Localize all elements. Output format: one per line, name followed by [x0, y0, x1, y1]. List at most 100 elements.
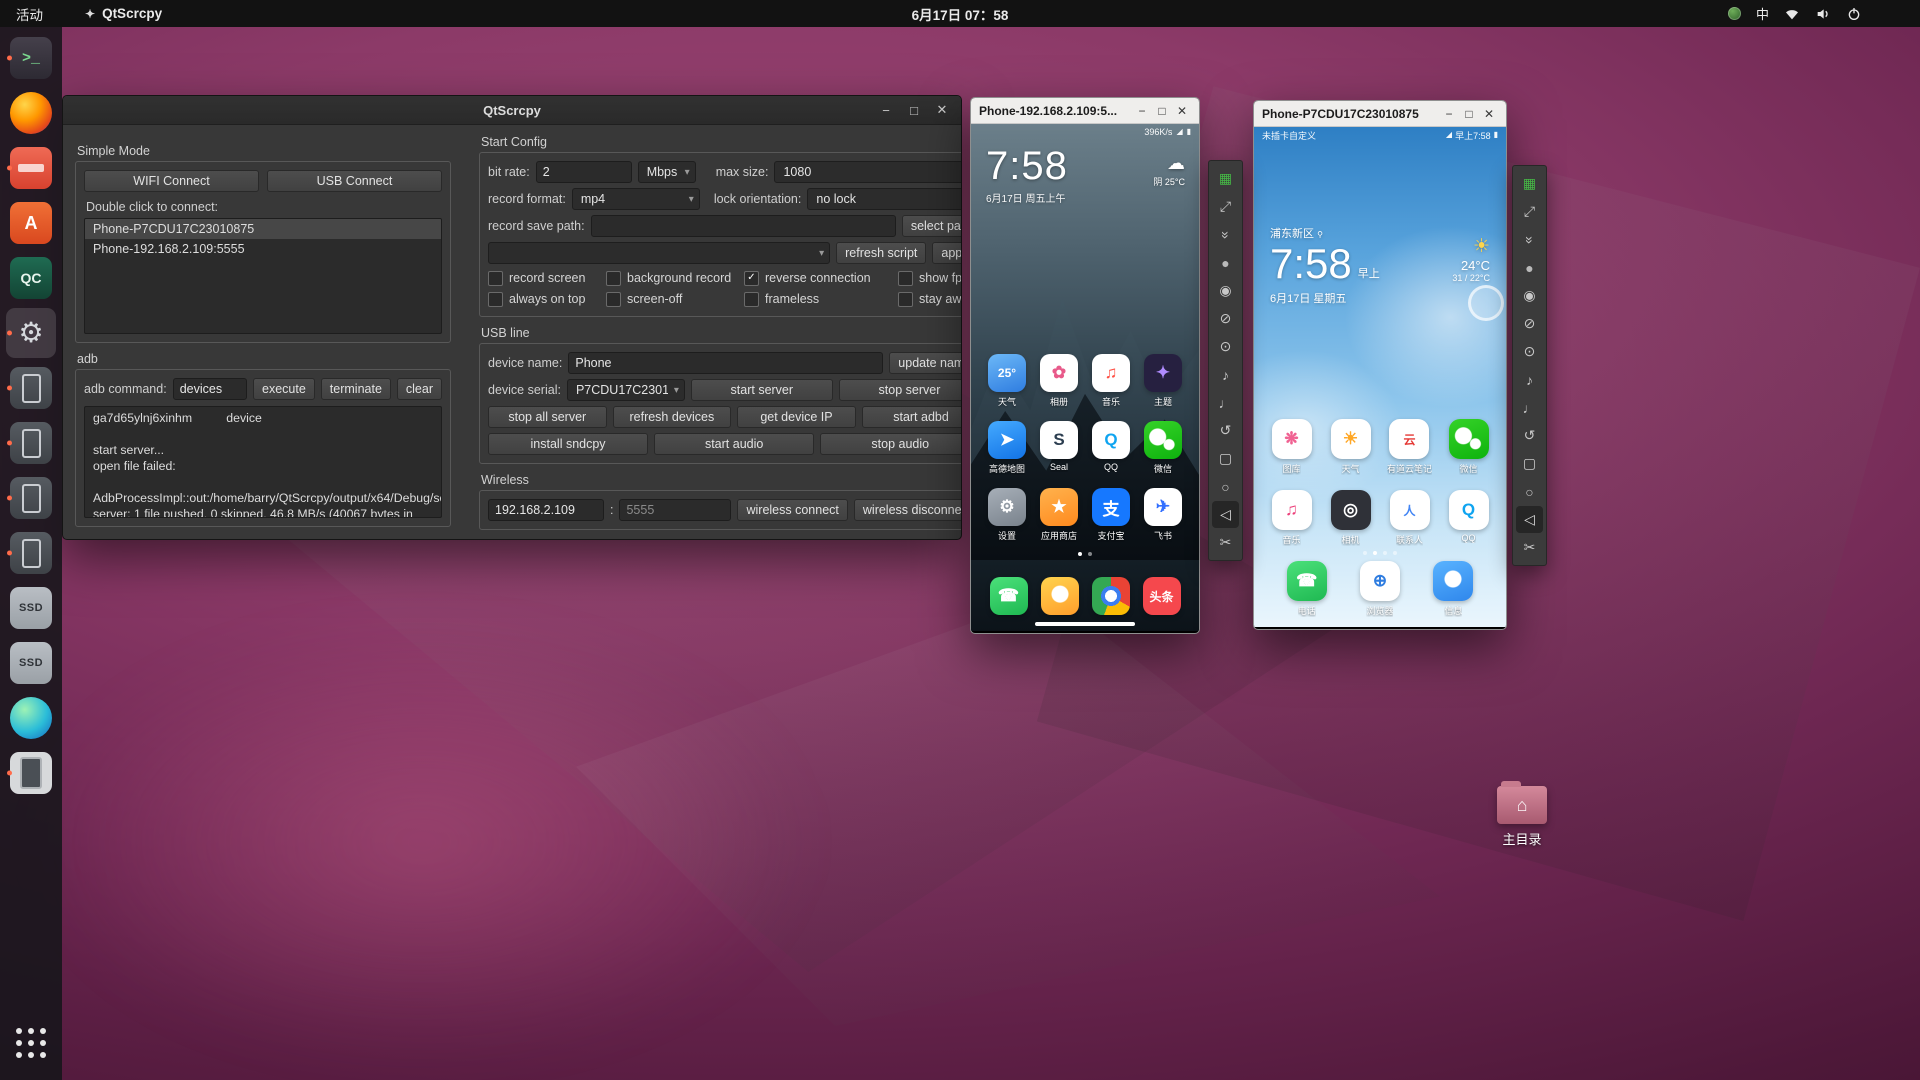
app-maps[interactable]: ➤ 高德地图 — [988, 421, 1026, 475]
start-server-button[interactable]: start server — [690, 379, 833, 401]
script-select[interactable]: ▾ — [488, 242, 831, 264]
close-button[interactable]: ✕ — [931, 99, 953, 121]
device-list-item[interactable]: Phone-192.168.2.109:5555 — [85, 239, 441, 259]
lock-orientation-select[interactable]: no lock ▾ — [807, 188, 961, 210]
dock-device-2[interactable] — [6, 418, 56, 468]
install-sndcpy-button[interactable]: install sndcpy — [488, 433, 649, 455]
app-youdao-note[interactable]: 云有道云笔记 — [1387, 419, 1432, 475]
app-weather[interactable]: 25° 天气 — [988, 354, 1026, 408]
record-save-path-input[interactable] — [590, 215, 896, 237]
app-feishu[interactable]: ✈ 飞书 — [1144, 488, 1182, 542]
input-method-indicator[interactable]: 中 — [1756, 4, 1769, 23]
dock-settings[interactable]: ⚙ — [6, 308, 56, 358]
app-wechat[interactable]: 微信 — [1144, 421, 1182, 475]
minimize-button[interactable]: − — [1133, 104, 1151, 118]
show-applications-button[interactable] — [6, 1024, 56, 1074]
system-indicators[interactable]: 中 — [1727, 4, 1920, 23]
device-name-input[interactable] — [568, 352, 884, 374]
wireless-connect-button[interactable]: wireless connect — [737, 499, 848, 521]
always-on-top-checkbox[interactable]: always on top — [488, 290, 600, 308]
stop-server-button[interactable]: stop server — [838, 379, 961, 401]
stop-all-server-button[interactable]: stop all server — [488, 406, 607, 428]
wireless-disconnect-button[interactable]: wireless disconnect — [853, 499, 961, 521]
clear-button[interactable]: clear — [396, 378, 442, 400]
app-alipay[interactable]: 支支付宝 — [1092, 488, 1130, 542]
fullscreen-icon[interactable]: ⤢ — [1212, 193, 1239, 220]
execute-button[interactable]: execute — [253, 378, 315, 400]
wifi-connect-button[interactable]: WIFI Connect — [84, 170, 259, 192]
dock-messages-app[interactable] — [1040, 577, 1079, 615]
dock-toutiao-app[interactable]: 头条 — [1142, 577, 1181, 615]
reverse-connection-checkbox[interactable]: ✓ reverse connection — [744, 269, 892, 287]
screen-show-icon[interactable]: ◉ — [1516, 282, 1543, 309]
apply-button[interactable]: apply — [932, 242, 961, 264]
phone1-titlebar[interactable]: Phone-192.168.2.109:5... − □ ✕ — [971, 98, 1199, 124]
screen-hide-icon[interactable]: ⊘ — [1516, 310, 1543, 337]
expand-menu-icon[interactable]: » — [1212, 221, 1239, 248]
show-fps-checkbox[interactable]: show fps — [898, 269, 961, 287]
device-list-item[interactable]: Phone-P7CDU17C23010875 — [85, 219, 441, 239]
fullscreen-icon[interactable]: ⤢ — [1516, 198, 1543, 225]
clock[interactable]: 6月17日 07：58 — [912, 4, 1009, 24]
dock-globe-app[interactable] — [6, 693, 56, 743]
activities-button[interactable]: 活动 — [0, 0, 59, 27]
wireless-ip-input[interactable] — [488, 499, 604, 521]
dock-device-3[interactable] — [6, 473, 56, 523]
stay-awake-checkbox[interactable]: stay awake — [898, 290, 961, 308]
phone2-screen[interactable]: 未插卡自定义 ◢ 早上7:58 ▮ 浦东新区 ⚲ 7:58 早上 6月17日 星… — [1254, 127, 1506, 627]
power-icon[interactable]: ⊙ — [1516, 338, 1543, 365]
bit-rate-unit-select[interactable]: Mbps ▾ — [637, 161, 696, 183]
adb-command-input[interactable] — [172, 378, 248, 400]
minimize-button[interactable]: − — [1440, 107, 1458, 121]
dock-software-store[interactable]: A — [6, 198, 56, 248]
max-size-select[interactable]: 1080 ▾ — [774, 161, 961, 183]
maximize-button[interactable]: □ — [903, 99, 925, 121]
record-format-select[interactable]: mp4 ▾ — [571, 188, 700, 210]
stop-audio-button[interactable]: stop audio — [820, 433, 961, 455]
app-seal[interactable]: S Seal — [1040, 421, 1078, 475]
app-gallery[interactable]: ❋ 图库 — [1271, 419, 1312, 475]
select-path-button[interactable]: select path — [901, 215, 961, 237]
dock-phone-app[interactable]: ☎ 电话 — [1286, 561, 1327, 617]
screen-off-checkbox[interactable]: screen-off — [606, 290, 738, 308]
home-folder[interactable]: ⌂ 主目录 — [1486, 781, 1558, 848]
rotate-screen-icon[interactable]: ↺ — [1516, 422, 1543, 449]
start-adbd-button[interactable]: start adbd — [861, 406, 961, 428]
app-contacts[interactable]: 人联系人 — [1389, 490, 1430, 546]
app-themes[interactable]: ✦ 主题 — [1144, 354, 1182, 408]
volume-up-icon[interactable]: ♪ — [1212, 361, 1239, 388]
frameless-checkbox[interactable]: frameless — [744, 290, 892, 308]
back-icon[interactable]: ◁ — [1516, 506, 1543, 533]
app-camera[interactable]: ◎ 相机 — [1330, 490, 1371, 546]
volume-down-icon[interactable]: ♩ — [1516, 394, 1543, 421]
app-music[interactable]: ♫ 音乐 — [1092, 354, 1130, 408]
dock-qc-app[interactable]: QC — [6, 253, 56, 303]
dock-device-4[interactable] — [6, 528, 56, 578]
app-weather[interactable]: ☀ 天气 — [1330, 419, 1371, 475]
dock-device-1[interactable] — [6, 363, 56, 413]
maximize-button[interactable]: □ — [1460, 107, 1478, 121]
dock-browser-app[interactable]: ⊕ 浏览器 — [1359, 561, 1400, 617]
dock-tablet-device[interactable] — [6, 748, 56, 798]
update-name-button[interactable]: update name — [889, 352, 961, 374]
dock-ssd-2[interactable]: SSD — [6, 638, 56, 688]
app-gallery[interactable]: ✿ 相册 — [1040, 354, 1078, 408]
dock-chrome-app[interactable] — [1091, 577, 1130, 615]
app-music[interactable]: ♫ 音乐 — [1271, 490, 1312, 546]
dock-messages-app[interactable]: 信息 — [1433, 561, 1474, 617]
assistive-ball[interactable] — [1468, 285, 1504, 321]
touch-toggle-icon[interactable]: ● — [1516, 254, 1543, 281]
app-switch-icon[interactable]: ▢ — [1212, 445, 1239, 472]
back-icon[interactable]: ◁ — [1212, 501, 1239, 528]
volume-up-icon[interactable]: ♪ — [1516, 366, 1543, 393]
refresh-script-button[interactable]: refresh script — [836, 242, 927, 264]
background-record-checkbox[interactable]: background record — [606, 269, 738, 287]
refresh-devices-button[interactable]: refresh devices — [612, 406, 732, 428]
dock-phone-app[interactable]: ☎ — [989, 577, 1028, 615]
usb-connect-button[interactable]: USB Connect — [267, 170, 442, 192]
bit-rate-input[interactable] — [535, 161, 632, 183]
adb-log-output[interactable]: ga7d65ylnj6xinhm device start server... … — [84, 406, 442, 518]
wireless-port-input[interactable] — [619, 499, 732, 521]
group-control-icon[interactable]: ▦ — [1516, 170, 1543, 197]
device-serial-select[interactable]: P7CDU17C23010 ▾ — [566, 379, 685, 401]
